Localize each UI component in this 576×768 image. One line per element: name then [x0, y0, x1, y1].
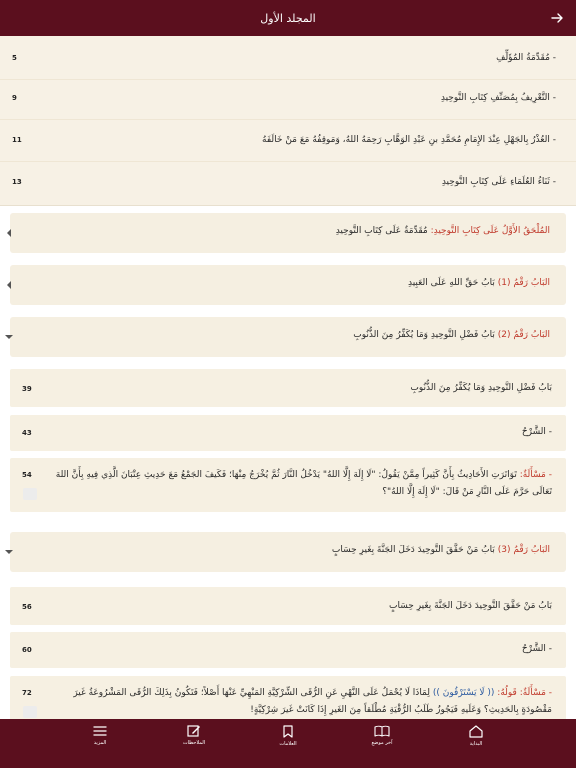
chevron-down-icon — [4, 547, 14, 557]
tab-label: العلامات — [279, 741, 297, 747]
toc-row-title: - العُذْرُ بِالجَهْلِ عِنْدَ الإِمَامِ م… — [262, 134, 556, 145]
tab-label: المزيد — [93, 740, 107, 746]
toc-row[interactable]: 5 - مُقَدِّمَةُ المُؤَلِّفِ — [0, 36, 576, 80]
chapter-title: البَابُ رَقْمُ (1) بَابُ حَقِّ اللهِ عَل… — [407, 278, 550, 288]
page-number: 39 — [22, 385, 32, 393]
chapter-1[interactable]: البَابُ رَقْمُ (1) بَابُ حَقِّ اللهِ عَل… — [7, 265, 566, 305]
toc-subitem-title: - مَسْأَلَةٌ: قَولُهُ: (( لَا يَسْتَرْقُ… — [73, 688, 552, 715]
home-icon — [469, 725, 483, 738]
toc-row[interactable]: 11 - العُذْرُ بِالجَهْلِ عِنْدَ الإِمَام… — [0, 118, 576, 162]
tab-label: البداية — [469, 741, 483, 747]
chapter-3[interactable]: البَابُ رَقْمُ (3) بَابُ مَنْ حَقَّقَ ال… — [5, 532, 566, 572]
toc-row[interactable]: 13 - ثَنَاءُ العُلَمَاءِ عَلَى كِتَابِ ا… — [0, 160, 576, 204]
toc-subitem[interactable]: 60 - الشَّرْحُ — [10, 632, 566, 668]
menu-icon — [93, 725, 107, 737]
chapter-title: البَابُ رَقْمُ (3) بَابُ مَنْ حَقَّقَ ال… — [331, 545, 550, 555]
chevron-left-icon — [4, 228, 14, 238]
chapter-appendix[interactable]: المُلْحَقُ الأَوَّلُ عَلَى كِتَابِ التَّ… — [7, 213, 566, 253]
intro-section: 5 - مُقَدِّمَةُ المُؤَلِّفِ 9 - التَّعْر… — [0, 36, 576, 206]
chapter-2[interactable]: البَابُ رَقْمُ (2) بَابُ فَضْلِ التَّوحِ… — [5, 317, 566, 357]
chapter-title: المُلْحَقُ الأَوَّلُ عَلَى كِتَابِ التَّ… — [335, 226, 550, 236]
page-number: 13 — [12, 178, 22, 186]
tab-home[interactable]: البداية — [446, 725, 506, 763]
note-marker — [23, 706, 37, 718]
note-marker — [23, 488, 37, 500]
tab-more[interactable]: المزيد — [70, 725, 130, 763]
page-number: 43 — [22, 429, 32, 437]
page-number: 60 — [22, 646, 32, 654]
page-number: 56 — [22, 603, 32, 611]
page-title: المجلد الأول — [260, 11, 316, 25]
chevron-down-icon — [4, 332, 14, 342]
toc-subitem-title: - مَسْأَلَةٌ: تَوَاتَرَتِ الأَحَادِيثُ ب… — [55, 470, 552, 497]
toc-subitem[interactable]: 56 بَابُ مَنْ حَقَّقَ التَّوحِيدَ دَخَلَ… — [10, 587, 566, 625]
toc-content[interactable]: 5 - مُقَدِّمَةُ المُؤَلِّفِ 9 - التَّعْر… — [0, 36, 576, 719]
chevron-left-icon — [4, 280, 14, 290]
page-number: 72 — [22, 689, 32, 697]
toc-subitem-title: - الشَّرْحُ — [521, 644, 552, 654]
tab-last-position[interactable]: آخر موضع — [352, 725, 412, 763]
toc-subitem-title: بَابُ فَضْلِ التَّوحِيدِ وَمَا يُكَفِّرُ… — [410, 383, 552, 393]
toc-row-title: - ثَنَاءُ العُلَمَاءِ عَلَى كِتَابِ التَ… — [441, 177, 556, 187]
chapter-title: البَابُ رَقْمُ (2) بَابُ فَضْلِ التَّوحِ… — [353, 330, 550, 340]
open-book-icon — [374, 725, 390, 737]
toc-subitem[interactable]: 39 بَابُ فَضْلِ التَّوحِيدِ وَمَا يُكَفِ… — [10, 369, 566, 407]
toc-subitem-title: بَابُ مَنْ حَقَّقَ التَّوحِيدَ دَخَلَ ال… — [389, 601, 552, 611]
toc-subitem[interactable]: 72 - مَسْأَلَةٌ: قَولُهُ: (( لَا يَسْتَر… — [10, 676, 566, 719]
tab-label: آخر موضع — [371, 740, 393, 746]
page-number: 5 — [12, 53, 17, 62]
back-arrow-icon[interactable] — [548, 9, 566, 27]
toc-subitem-title: - الشَّرْحُ — [521, 427, 552, 437]
bookmark-icon — [282, 725, 294, 738]
toc-subitem[interactable]: 43 - الشَّرْحُ — [10, 415, 566, 451]
tab-bookmarks[interactable]: العلامات — [258, 725, 318, 763]
bottom-nav: المزيد الملاحظات العلامات آخر موضع البدا… — [0, 719, 576, 768]
tab-label: الملاحظات — [182, 740, 206, 746]
page-number: 11 — [12, 135, 22, 144]
toc-subitem[interactable]: 54 - مَسْأَلَةٌ: تَوَاتَرَتِ الأَحَادِيث… — [10, 458, 566, 512]
toc-row-title: - مُقَدِّمَةُ المُؤَلِّفِ — [496, 52, 556, 63]
toc-row[interactable]: 9 - التَّعْرِيفُ بِمُصَنِّفِ كِتَابِ الت… — [0, 76, 576, 120]
toc-row-title: - التَّعْرِيفُ بِمُصَنِّفِ كِتَابِ التَّ… — [440, 92, 556, 103]
page-number: 9 — [12, 93, 17, 102]
note-edit-icon — [187, 725, 201, 737]
page-number: 54 — [22, 471, 32, 479]
app-header: المجلد الأول — [0, 0, 576, 36]
tab-notes[interactable]: الملاحظات — [164, 725, 224, 763]
